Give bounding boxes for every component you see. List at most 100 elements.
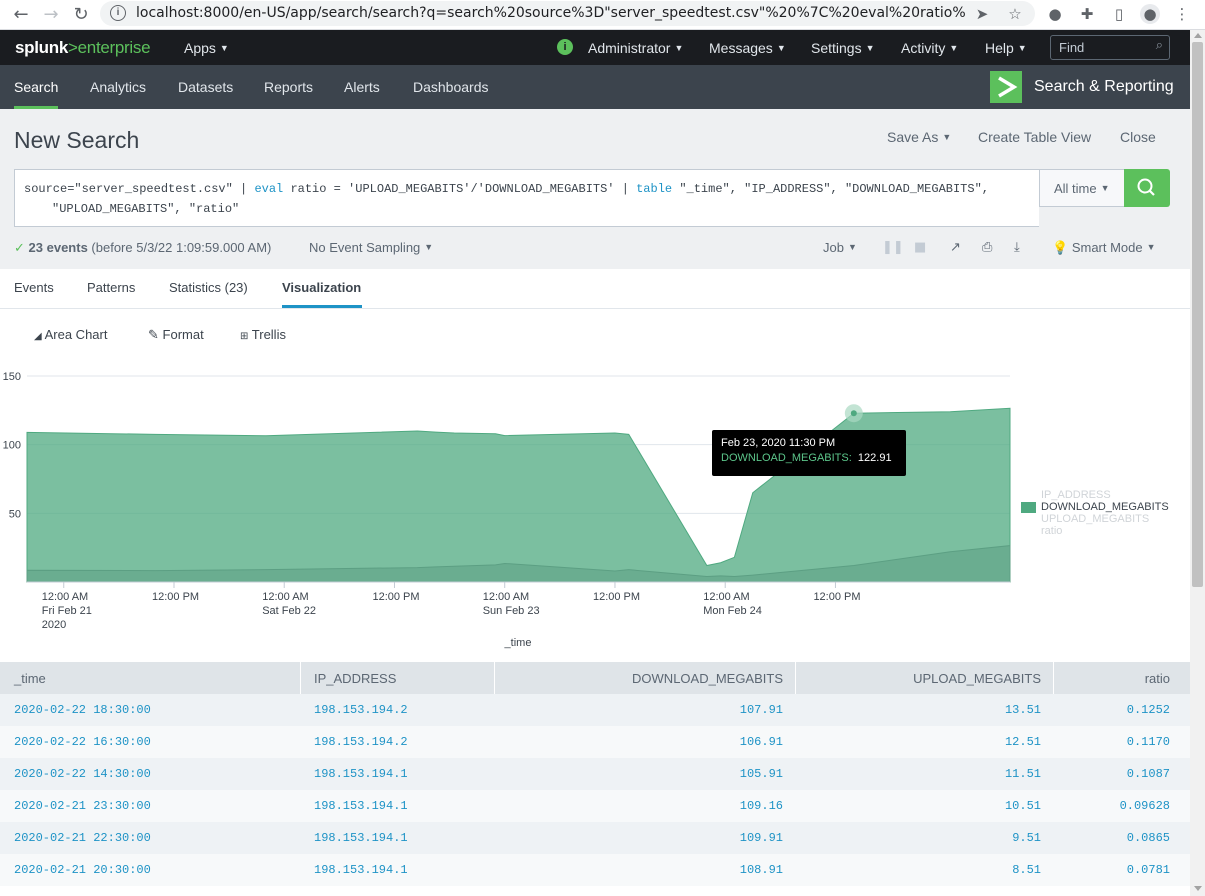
extensions-puzzle-icon[interactable]: ✚ — [1077, 4, 1097, 24]
cell-ip-address[interactable]: 198.153.194.1 — [314, 767, 408, 781]
cell-ip-address[interactable]: 198.153.194.1 — [314, 799, 408, 813]
cell-ratio[interactable]: 0.0865 — [1127, 831, 1170, 845]
browser-menu-icon[interactable]: ⋮ — [1172, 4, 1192, 24]
chart-type-button[interactable]: ◢ Area Chart — [34, 327, 107, 342]
search-query-input[interactable]: source="server_speedtest.csv" | eval rat… — [14, 169, 1039, 227]
cell-time[interactable]: 2020-02-22 14:30:00 — [14, 767, 151, 781]
event-sampling-dropdown[interactable]: No Event Sampling ▼ — [309, 240, 433, 255]
cookie-extension-icon[interactable]: ● — [1045, 4, 1065, 24]
app-tab-search[interactable]: Search — [14, 79, 58, 95]
app-tab-reports[interactable]: Reports — [264, 79, 313, 95]
cell-ip-address[interactable]: 198.153.194.1 — [314, 831, 408, 845]
activity-menu[interactable]: Activity ▼ — [901, 40, 958, 56]
tab-patterns[interactable]: Patterns — [87, 280, 135, 295]
export-icon[interactable]: ⤓ — [1014, 240, 1020, 255]
stop-icon[interactable]: ■ — [914, 240, 926, 255]
table-row[interactable]: 2020-02-22 16:30:00 198.153.194.2 106.91… — [0, 726, 1190, 758]
legend-download-megabits[interactable]: DOWNLOAD_MEGABITS — [1041, 501, 1169, 513]
tab-visualization[interactable]: Visualization — [282, 280, 361, 295]
cell-upload-megabits[interactable]: 9.51 — [1012, 831, 1041, 845]
table-row[interactable]: 2020-02-21 23:30:00 198.153.194.1 109.16… — [0, 790, 1190, 822]
help-menu[interactable]: Help ▼ — [985, 40, 1027, 56]
messages-menu[interactable]: Messages ▼ — [709, 40, 786, 56]
forward-icon[interactable]: → — [38, 2, 64, 28]
reload-icon[interactable]: ↻ — [68, 2, 94, 28]
job-menu[interactable]: Job ▼ — [823, 240, 857, 255]
table-row[interactable]: 2020-02-22 18:30:00 198.153.194.2 107.91… — [0, 694, 1190, 726]
side-panel-icon[interactable]: ▯ — [1109, 4, 1129, 24]
back-icon[interactable]: ← — [8, 2, 34, 28]
app-tab-alerts[interactable]: Alerts — [344, 79, 380, 95]
search-button[interactable] — [1124, 169, 1170, 207]
cell-time[interactable]: 2020-02-22 16:30:00 — [14, 735, 151, 749]
column-header-download-megabits[interactable]: DOWNLOAD_MEGABITS — [632, 671, 783, 686]
print-icon[interactable]: ⎙ — [982, 240, 992, 255]
x-tick-label: 12:00 PM — [593, 591, 640, 603]
administrator-menu[interactable]: Administrator ▼ — [588, 40, 683, 56]
cell-ip-address[interactable]: 198.153.194.1 — [314, 863, 408, 877]
table-row[interactable]: 2020-02-21 20:30:00 198.153.194.1 108.91… — [0, 854, 1190, 886]
tab-events[interactable]: Events — [14, 280, 54, 295]
cell-upload-megabits[interactable]: 10.51 — [1005, 799, 1041, 813]
cell-upload-megabits[interactable]: 11.51 — [1005, 767, 1041, 781]
app-tab-datasets[interactable]: Datasets — [178, 79, 233, 95]
tab-statistics[interactable]: Statistics (23) — [169, 280, 248, 295]
table-row[interactable]: 2020-02-21 22:30:00 198.153.194.1 109.91… — [0, 822, 1190, 854]
column-header-upload-megabits[interactable]: UPLOAD_MEGABITS — [913, 671, 1041, 686]
table-row[interactable]: 2020-02-22 14:30:00 198.153.194.1 105.91… — [0, 758, 1190, 790]
cell-ratio[interactable]: 0.0781 — [1127, 863, 1170, 877]
format-button[interactable]: ✎ Format — [148, 327, 204, 343]
cell-time[interactable]: 2020-02-21 22:30:00 — [14, 831, 151, 845]
cell-download-megabits[interactable]: 109.16 — [740, 799, 783, 813]
cell-ratio[interactable]: 0.1252 — [1127, 703, 1170, 717]
legend-ratio[interactable]: ratio — [1041, 525, 1062, 537]
apps-menu[interactable]: Apps ▼ — [184, 40, 229, 56]
close-button[interactable]: Close — [1120, 129, 1156, 145]
address-bar[interactable]: i localhost:8000/en-US/app/search/search… — [100, 1, 1035, 26]
cell-time[interactable]: 2020-02-22 18:30:00 — [14, 703, 151, 717]
area-chart[interactable]: 150 100 50 12:00 AM Fri Feb 21 2020 12:00 PM 12… — [0, 360, 1190, 660]
splunk-logo[interactable]: splunk>enterprise — [15, 38, 151, 58]
site-info-icon[interactable]: i — [110, 5, 126, 21]
scrollbar-thumb[interactable] — [1192, 42, 1203, 587]
cell-download-megabits[interactable]: 107.91 — [740, 703, 783, 717]
cell-download-megabits[interactable]: 108.91 — [740, 863, 783, 877]
cell-upload-megabits[interactable]: 12.51 — [1005, 735, 1041, 749]
save-as-button[interactable]: Save As ▼ — [887, 129, 951, 145]
cell-download-megabits[interactable]: 105.91 — [740, 767, 783, 781]
cell-upload-megabits[interactable]: 13.51 — [1005, 703, 1041, 717]
cell-download-megabits[interactable]: 106.91 — [740, 735, 783, 749]
profile-avatar-icon[interactable]: ● — [1140, 4, 1160, 24]
cell-time[interactable]: 2020-02-21 20:30:00 — [14, 863, 151, 877]
cell-ratio[interactable]: 0.1087 — [1127, 767, 1170, 781]
send-icon[interactable]: ➤ — [972, 4, 992, 24]
time-range-picker[interactable]: All time ▼ — [1039, 169, 1125, 207]
share-icon[interactable]: ↗ — [950, 240, 961, 255]
url-text[interactable]: localhost:8000/en-US/app/search/search?q… — [136, 5, 966, 21]
settings-menu[interactable]: Settings ▼ — [811, 40, 875, 56]
pause-icon[interactable]: ❚❚ — [882, 240, 904, 255]
trellis-button[interactable]: ⊞ Trellis — [240, 327, 286, 342]
create-table-view-button[interactable]: Create Table View — [978, 129, 1091, 145]
health-status-icon[interactable]: i — [557, 39, 573, 55]
cell-ratio[interactable]: 0.1170 — [1127, 735, 1170, 749]
cell-upload-megabits[interactable]: 8.51 — [1012, 863, 1041, 877]
page-scrollbar[interactable] — [1190, 30, 1205, 896]
column-header-ip-address[interactable]: IP_ADDRESS — [314, 671, 396, 686]
bookmark-star-icon[interactable]: ☆ — [1005, 4, 1025, 24]
cell-download-megabits[interactable]: 109.91 — [740, 831, 783, 845]
column-header-ratio[interactable]: ratio — [1145, 671, 1170, 686]
cell-ip-address[interactable]: 198.153.194.2 — [314, 735, 408, 749]
scroll-down-arrow-icon[interactable] — [1194, 886, 1202, 891]
cell-time[interactable]: 2020-02-21 23:30:00 — [14, 799, 151, 813]
cell-ip-address[interactable]: 198.153.194.2 — [314, 703, 408, 717]
find-input[interactable]: Find ⌕ — [1050, 35, 1170, 60]
column-header-time[interactable]: _time — [14, 671, 46, 686]
app-tab-dashboards[interactable]: Dashboards — [413, 79, 489, 95]
app-tab-analytics[interactable]: Analytics — [90, 79, 146, 95]
search-mode-dropdown[interactable]: 💡 Smart Mode ▼ — [1052, 240, 1156, 256]
legend-upload-megabits[interactable]: UPLOAD_MEGABITS — [1041, 513, 1149, 525]
cell-ratio[interactable]: 0.09628 — [1120, 799, 1170, 813]
legend-ip-address[interactable]: IP_ADDRESS — [1041, 489, 1111, 501]
scroll-up-arrow-icon[interactable] — [1194, 33, 1202, 38]
